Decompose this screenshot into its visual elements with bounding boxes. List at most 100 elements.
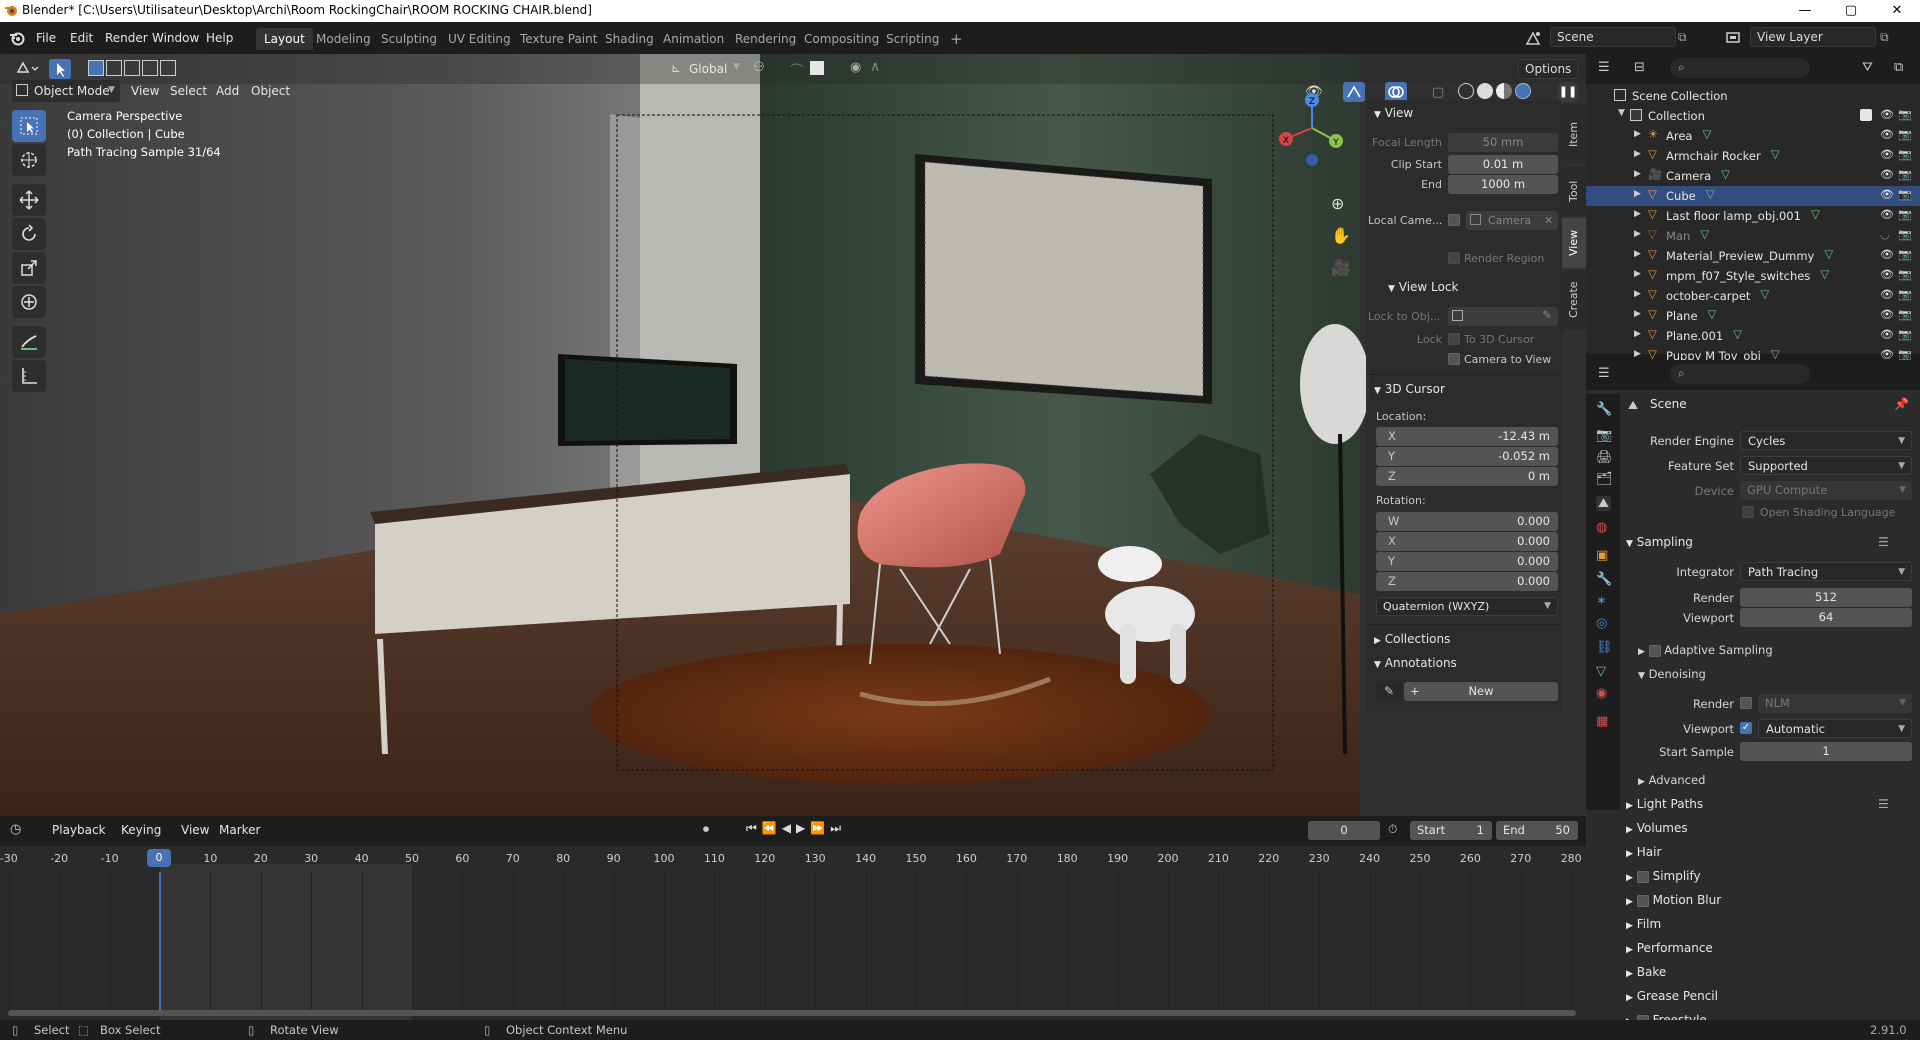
pin-icon[interactable]: 📌 (1894, 397, 1909, 411)
eyedropper-icon[interactable]: ✎ (1542, 308, 1552, 322)
mode-invert-icon[interactable] (142, 60, 158, 76)
eye-icon[interactable]: 👁 (1880, 308, 1894, 321)
eye-icon[interactable]: 👁 (1880, 328, 1894, 341)
properties-editor-type-icon[interactable]: ☰ (1598, 366, 1610, 381)
menu-add[interactable]: Add (210, 81, 245, 101)
expand-icon[interactable]: ▶ (1634, 269, 1641, 279)
measure-tool-icon[interactable] (12, 360, 46, 392)
eye-icon[interactable]: 👁 (1880, 208, 1894, 221)
tool-tab-icon[interactable]: 🔧 (1596, 402, 1612, 417)
render-camera-icon[interactable]: 📷 (1898, 128, 1912, 141)
tab-modeling[interactable]: Modeling (308, 28, 379, 50)
annotations-header[interactable]: ▼ Annotations (1374, 656, 1457, 670)
close-window-button[interactable]: ✕ (1874, 0, 1920, 22)
focal-length-field[interactable]: 50 mm (1448, 133, 1558, 152)
lock-to-3d-cursor-checkbox[interactable] (1448, 333, 1460, 345)
denoise-viewport-checkbox[interactable]: ✓ (1740, 722, 1752, 734)
outliner-item[interactable]: ▶ ▽ october-carpet 👁 📷 ▽ (1586, 286, 1920, 306)
advanced-header[interactable]: ▶ Advanced (1638, 768, 1908, 792)
selection-mode-icons[interactable] (88, 60, 176, 76)
adaptive-sampling-checkbox[interactable] (1648, 644, 1661, 657)
cursor-rotation-z[interactable]: Z 0.000 (1376, 572, 1558, 591)
expand-icon[interactable]: ▶ (1634, 129, 1641, 139)
clear-icon[interactable]: ✕ (1544, 211, 1553, 230)
eye-icon[interactable]: 👁 (1880, 288, 1894, 301)
render-camera-icon[interactable]: 📷 (1898, 168, 1912, 181)
device-dropdown[interactable]: GPU Compute ▼ (1740, 481, 1912, 500)
denoising-header[interactable]: ▼ Denoising (1638, 662, 1908, 686)
transform-tool-icon[interactable] (12, 286, 46, 318)
menu-file[interactable]: File (30, 28, 62, 48)
playhead-line[interactable] (159, 872, 161, 1014)
outliner-item[interactable]: ▶ ☀ Area 👁 📷 ▽ (1586, 126, 1920, 146)
section-checkbox[interactable] (1636, 870, 1649, 883)
mode-dropdown[interactable]: Object Mode ▼ (12, 80, 120, 102)
annotation-layer-icon[interactable]: ✎ (1376, 682, 1402, 701)
npanel-tab-create[interactable]: Create (1562, 270, 1586, 330)
outliner-item[interactable]: ▶ ▽ Plane 👁 📷 ▽ (1586, 306, 1920, 326)
new-annotation-button[interactable]: + New (1404, 682, 1558, 701)
section-motion-blur[interactable]: ▶ Motion Blur (1620, 888, 1920, 912)
section-performance[interactable]: ▶ Performance (1620, 936, 1920, 960)
frame-ruler[interactable]: -30 -20 -10 0 10 20 30 40 50 60 70 80 90 100 110 120 130… (0, 852, 1586, 872)
new-view-layer-icon[interactable]: ⧉ (1880, 30, 1889, 45)
render-samples-field[interactable]: 512 (1740, 588, 1912, 607)
view-section-header[interactable]: ▼ View (1374, 106, 1413, 120)
tab-uv-editing[interactable]: UV Editing (440, 28, 519, 50)
cursor-rotation-y[interactable]: Y 0.000 (1376, 552, 1558, 571)
timeline-menu-playback[interactable]: Playback (46, 820, 112, 840)
properties-scrollbar[interactable] (1905, 800, 1913, 1020)
render-camera-icon[interactable]: 📷 (1898, 288, 1912, 301)
eye-icon[interactable]: ◡ (1880, 228, 1890, 241)
menu-select[interactable]: Select (164, 81, 213, 101)
wireframe-shading-icon[interactable] (1458, 83, 1474, 99)
clip-start-field[interactable]: 0.01 m (1448, 155, 1558, 174)
section-volumes[interactable]: ▶ Volumes (1620, 816, 1920, 840)
expand-icon[interactable]: ▼ (1618, 108, 1625, 118)
minimize-button[interactable]: — (1782, 0, 1828, 22)
playhead-frame-label[interactable]: 0 (147, 849, 171, 867)
section-grease-pencil[interactable]: ▶ Grease Pencil (1620, 984, 1920, 1008)
render-camera-icon[interactable]: 📷 (1898, 188, 1912, 201)
menu-window[interactable]: Window (146, 28, 205, 48)
new-collection-icon[interactable]: ⧉ (1894, 60, 1903, 75)
section-light-paths[interactable]: ▶ Light Paths ☰ (1620, 792, 1920, 816)
snap-target-icon[interactable] (810, 61, 824, 75)
scene-field[interactable]: Scene (1550, 27, 1676, 47)
tab-rendering[interactable]: Rendering (727, 28, 804, 50)
timeline-menu-view[interactable]: View (175, 820, 215, 840)
outliner-editor-type-icon[interactable]: ☰ (1598, 60, 1610, 75)
outliner-item[interactable]: ▶ ▽ Armchair Rocker 👁 📷 ▽ (1586, 146, 1920, 166)
jump-to-keyframe-prev-icon[interactable]: ⏪ (762, 821, 777, 836)
view-layer-icon[interactable] (1725, 30, 1743, 46)
outliner-item[interactable]: ▶ ▽ Plane.001 👁 📷 ▽ (1586, 326, 1920, 346)
render-camera-icon[interactable]: 📷 (1898, 328, 1912, 341)
render-camera-icon[interactable]: 📷 (1898, 268, 1912, 281)
filter-icon[interactable]: ⛛ (1862, 60, 1873, 75)
preview-range-icon[interactable]: ⏱ (1388, 822, 1397, 837)
outliner-item[interactable]: ▶ ▽ mpm_f07_Style_switches 👁 📷 ▽ (1586, 266, 1920, 286)
scene-icon[interactable] (1525, 30, 1543, 46)
new-scene-icon[interactable]: ⧉ (1678, 30, 1687, 45)
local-camera-field[interactable]: Camera ✕ (1466, 211, 1558, 230)
navigation-gizmo[interactable]: Z Y X (1272, 88, 1352, 168)
npanel-tab-view[interactable]: View (1562, 218, 1586, 268)
expand-icon[interactable]: ▶ (1634, 149, 1641, 159)
constraints-tab-icon[interactable]: ⛓ (1596, 640, 1613, 655)
pivot-point-icon[interactable]: ⚇ (753, 60, 765, 75)
mode-extend-icon[interactable] (106, 60, 122, 76)
sampling-section-header[interactable]: ▼ Sampling ☰ (1620, 530, 1920, 554)
object-tab-icon[interactable]: ▣ (1596, 548, 1608, 563)
data-tab-icon[interactable]: ▽ (1596, 664, 1606, 679)
jump-to-keyframe-next-icon[interactable]: ⏩ (810, 821, 825, 836)
view-layer-field[interactable]: View Layer (1750, 27, 1876, 47)
options-dropdown[interactable]: Options (1518, 59, 1578, 79)
outliner-scene-collection[interactable]: Scene Collection (1586, 86, 1920, 106)
current-frame-field[interactable]: 0 (1308, 821, 1380, 840)
transform-orientation-dropdown[interactable]: ⊾ Global ▼ (667, 58, 745, 80)
render-camera-icon[interactable]: 📷 (1898, 228, 1912, 241)
expand-icon[interactable]: ▶ (1634, 349, 1641, 359)
cursor-location-z[interactable]: Z 0 m (1376, 467, 1558, 486)
section-simplify[interactable]: ▶ Simplify (1620, 864, 1920, 888)
outliner-item[interactable]: ▶ ▽ Material_Preview_Dummy 👁 📷 ▽ (1586, 246, 1920, 266)
